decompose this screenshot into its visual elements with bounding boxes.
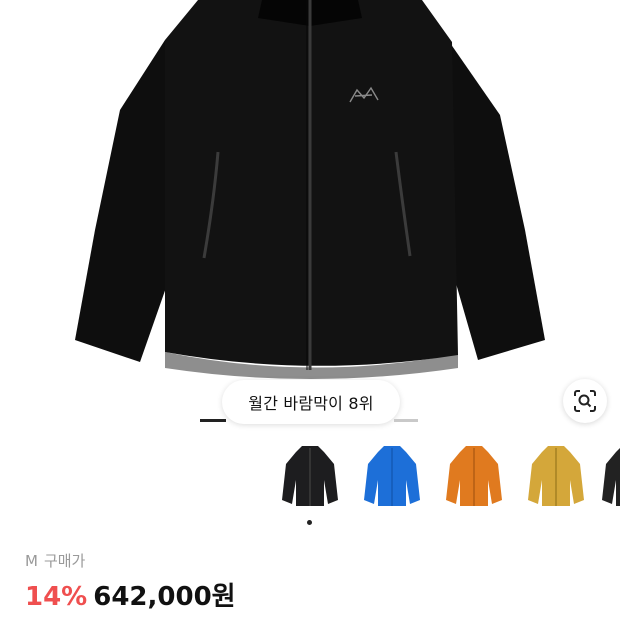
- image-search-icon: [574, 390, 596, 412]
- thumbnail-orange[interactable]: [442, 440, 506, 516]
- jacket-thumbnail-icon: [446, 446, 502, 506]
- price-caption: M 구매가: [25, 550, 91, 571]
- jacket-thumbnail-icon: [364, 446, 420, 506]
- jacket-thumbnail-icon: [528, 446, 584, 506]
- carousel-indicator-active: [200, 419, 226, 422]
- thumbnail-mustard[interactable]: [524, 440, 588, 516]
- carousel-indicator: [394, 419, 418, 422]
- thumbnail-blue[interactable]: [360, 440, 424, 516]
- price-label: 구매가: [43, 552, 86, 570]
- size-option: M: [25, 552, 38, 570]
- thumbnail-black-2[interactable]: [598, 440, 620, 516]
- discount-rate: 14%: [25, 582, 88, 612]
- jacket-thumbnail-icon: [602, 448, 620, 506]
- jacket-thumbnail-icon: [282, 446, 338, 506]
- color-thumbnails: [278, 440, 620, 530]
- thumbnail-black[interactable]: [278, 440, 342, 525]
- price-row: 14% 642,000원: [25, 576, 236, 613]
- product-main-image[interactable]: [0, 0, 620, 420]
- thumbnail-selected-dot: [307, 520, 312, 525]
- image-search-button[interactable]: [563, 379, 607, 423]
- product-price: 642,000원: [93, 582, 236, 612]
- rank-badge-label: 월간 바람막이 8위: [248, 394, 374, 413]
- rank-badge[interactable]: 월간 바람막이 8위: [222, 380, 400, 424]
- jacket-image: [75, 0, 545, 379]
